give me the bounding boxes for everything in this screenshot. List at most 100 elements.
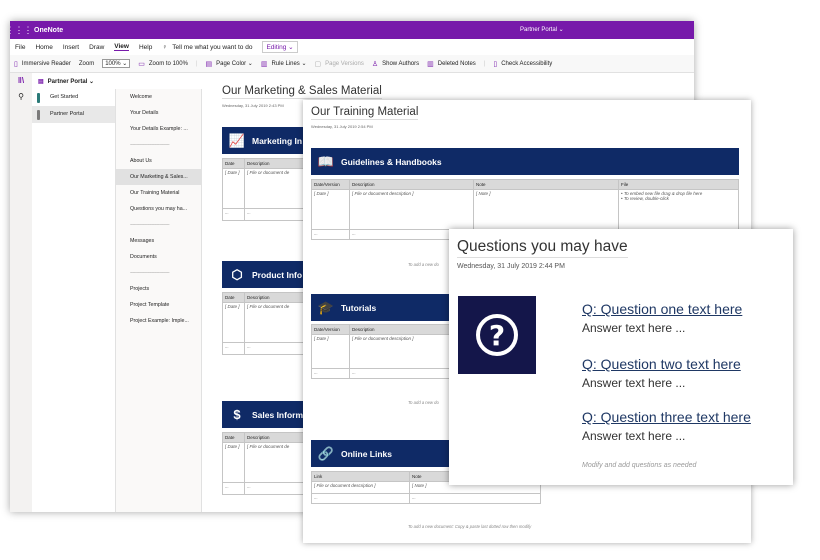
notebooks-icon[interactable]: ‖\ [10,73,32,89]
section-item-get-started[interactable]: Get Started [32,89,115,106]
zoom-100-button[interactable]: Zoom to 100% [149,61,188,67]
editing-mode-button[interactable]: Editing ⌄ [262,41,298,53]
page-item[interactable]: Documents [116,249,201,265]
menu-help[interactable]: Help [139,44,152,51]
nav-rail: ‖\ ⚲ [10,73,32,512]
answer-text[interactable]: Answer text here ... [582,321,685,335]
divider: | [483,60,486,67]
question-mark-icon: ? [458,296,536,374]
table-cell[interactable]: [ Date ] [222,302,245,343]
page-item[interactable]: Welcome [116,89,201,105]
answer-text[interactable]: Answer text here ... [582,376,685,390]
table-cell[interactable]: [ Date ] [222,442,245,483]
page-item[interactable]: Your Details Example: ... [116,121,201,137]
section-label: Get Started [50,94,79,100]
page-title[interactable]: Our Marketing & Sales Material [222,85,382,99]
page-item[interactable]: Your Details [116,105,201,121]
show-authors-button[interactable]: Show Authors [382,61,419,67]
table-cell[interactable]: ... [222,342,245,355]
notebook-icon: ▤ [38,78,44,85]
table-cell[interactable]: ... [222,482,245,495]
page-item[interactable]: About Us [116,153,201,169]
question-link[interactable]: Q: Question two text here [582,356,741,372]
tell-me-search[interactable]: Tell me what you want to do [172,44,252,51]
menu-draw[interactable]: Draw [89,44,104,51]
page-item[interactable]: Questions you may ha... [116,201,201,217]
app-name[interactable]: OneNote [34,27,63,34]
graduation-cap-icon: 🎓 [317,299,335,315]
file-cell[interactable]: • To embed new file drag & drop file her… [618,189,739,230]
question-link[interactable]: Q: Question one text here [582,301,742,317]
table-cell[interactable]: ... [311,368,350,379]
add-document-hint: To add a new do [408,400,439,405]
zoom-100-icon: ▭ [138,60,145,68]
page-date: Wednesday, 31 July 2019 2:43 PM [222,103,284,108]
chart-trend-icon: 📈 [228,132,246,148]
page-item[interactable]: Project Example: Imple... [116,313,201,329]
page-separator[interactable]: ------------------------------- [116,217,201,233]
page-versions-button[interactable]: Page Versions [325,61,364,67]
menu-bar: File Home Insert Draw View Help ♀ Tell m… [10,39,694,55]
answer-text[interactable]: Answer text here ... [582,429,685,443]
menu-file[interactable]: File [15,44,25,51]
table-cell[interactable]: [ File or document description ] [349,189,474,230]
account-menu[interactable]: Partner Portal ⌄ [520,26,564,33]
rule-lines-button[interactable]: Rule Lines ⌄ [271,60,306,67]
page-separator[interactable]: ------------------------------- [116,265,201,281]
zoom-select[interactable]: 100% ⌄ [102,59,131,68]
page-item[interactable]: Our Training Material [116,185,201,201]
page-color-button[interactable]: Page Color ⌄ [216,60,253,67]
add-document-hint: To add a new do [408,262,439,267]
page-item[interactable]: Messages [116,233,201,249]
check-accessibility-button[interactable]: Check Accessibility [501,61,552,67]
immersive-reader-button[interactable]: Immersive Reader [22,61,71,67]
questions-page[interactable]: Questions you may have Wednesday, 31 Jul… [449,229,793,485]
section-color-tab [37,93,40,103]
page-item-selected[interactable]: Our Marketing & Sales... [116,169,201,185]
section-item-partner-portal[interactable]: Partner Portal [32,106,115,123]
page-date: Wednesday, 31 July 2019 2:44 PM [457,263,565,270]
book-icon: 📖 [317,153,335,169]
page-title[interactable]: Questions you may have [457,238,628,258]
banner-title: Sales Informa [252,409,308,420]
deleted-notes-button[interactable]: Deleted Notes [438,61,476,67]
trash-icon: ▥ [427,60,434,68]
page-title[interactable]: Our Training Material [311,106,419,120]
notebook-selector[interactable]: ▤ Partner Portal ⌄ [32,73,212,89]
menu-home[interactable]: Home [35,44,52,51]
modify-note: Modify and add questions as needed [582,462,697,469]
column-header: Date [222,292,245,303]
column-header: Note [473,179,619,190]
column-header: Link [311,471,410,482]
table-cell[interactable]: [ Date ] [311,189,350,230]
table-cell[interactable]: [ Date ] [222,168,245,209]
lightbulb-icon: ♀ [162,43,168,51]
link-icon: 🔗 [317,445,335,461]
table-cell[interactable]: [ Note ] [473,189,619,230]
app-launcher-icon[interactable]: ⋮⋮⋮ [10,21,33,39]
page-item[interactable]: Project Template [116,297,201,313]
page-separator[interactable]: ------------------------------- [116,137,201,153]
page-versions-icon: ▢ [314,60,322,68]
guidelines-banner: 📖 Guidelines & Handbooks [311,148,739,175]
file-hint: • To review, double-click [621,196,669,201]
page-date: Wednesday, 31 July 2019 2:54 PM [311,124,373,129]
show-authors-icon: ♙ [371,60,379,68]
question-link[interactable]: Q: Question three text here [582,409,751,425]
zoom-label: Zoom [78,60,95,67]
table-cell[interactable]: ... [409,493,541,504]
section-list: Get Started Partner Portal [32,89,116,512]
notebook-name: Partner Portal ⌄ [47,78,95,85]
table-cell[interactable]: [ Date ] [311,334,350,369]
table-cell[interactable]: ... [222,208,245,221]
search-icon[interactable]: ⚲ [10,89,32,105]
banner-title: Guidelines & Handbooks [341,156,442,167]
table-cell[interactable]: [ File or document description ] [311,481,410,494]
table-cell[interactable]: ... [311,229,350,240]
menu-view[interactable]: View [114,43,129,51]
table-cell[interactable]: ... [311,493,410,504]
page-item[interactable]: Projects [116,281,201,297]
section-color-tab [37,110,40,120]
column-header: File [618,179,739,190]
menu-insert[interactable]: Insert [63,44,79,51]
